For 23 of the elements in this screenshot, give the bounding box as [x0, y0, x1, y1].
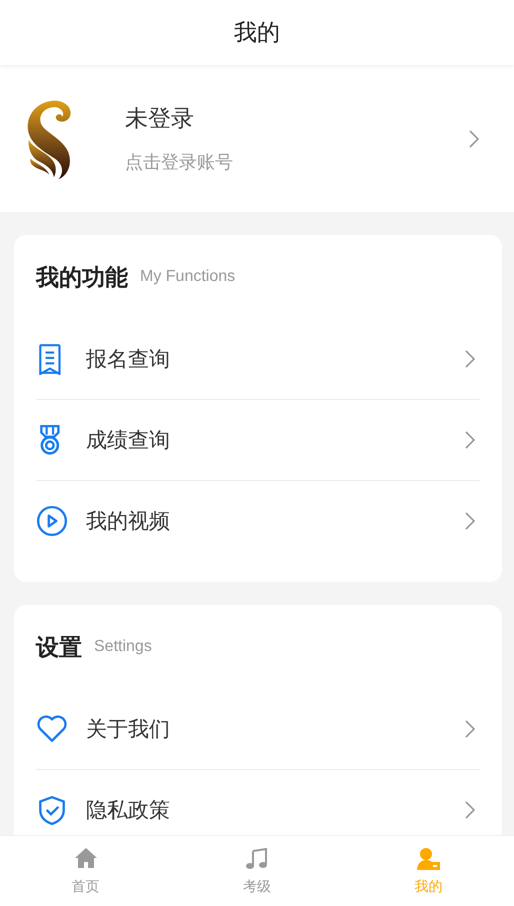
chevron-icon [464, 511, 476, 531]
music-note-icon [244, 846, 270, 872]
chevron-icon [464, 719, 476, 739]
menu-item[interactable]: 我的视频 [36, 480, 480, 561]
menu-item[interactable]: 成绩查询 [36, 399, 480, 480]
chevron-icon [464, 430, 476, 450]
page-title: 我的 [234, 19, 280, 48]
section-subtitle: Settings [94, 638, 152, 656]
login-status: 未登录 [125, 105, 195, 134]
menu-item[interactable]: 关于我们 [36, 689, 480, 769]
section-subtitle: My Functions [140, 268, 236, 286]
section-title: 设置 [36, 634, 82, 662]
login-hint: 点击登录账号 [125, 151, 234, 174]
chevron-icon [468, 128, 480, 148]
chevron-icon [464, 800, 476, 820]
profile-row[interactable]: 未登录 点击登录账号 [0, 65, 514, 212]
chevron-icon [464, 349, 476, 369]
play-icon [36, 505, 68, 537]
heart-icon [36, 713, 68, 745]
menu-item[interactable]: 报名查询 [36, 319, 480, 399]
shield-icon [36, 794, 68, 826]
section-title: 我的功能 [36, 264, 128, 292]
user-icon [415, 846, 442, 872]
